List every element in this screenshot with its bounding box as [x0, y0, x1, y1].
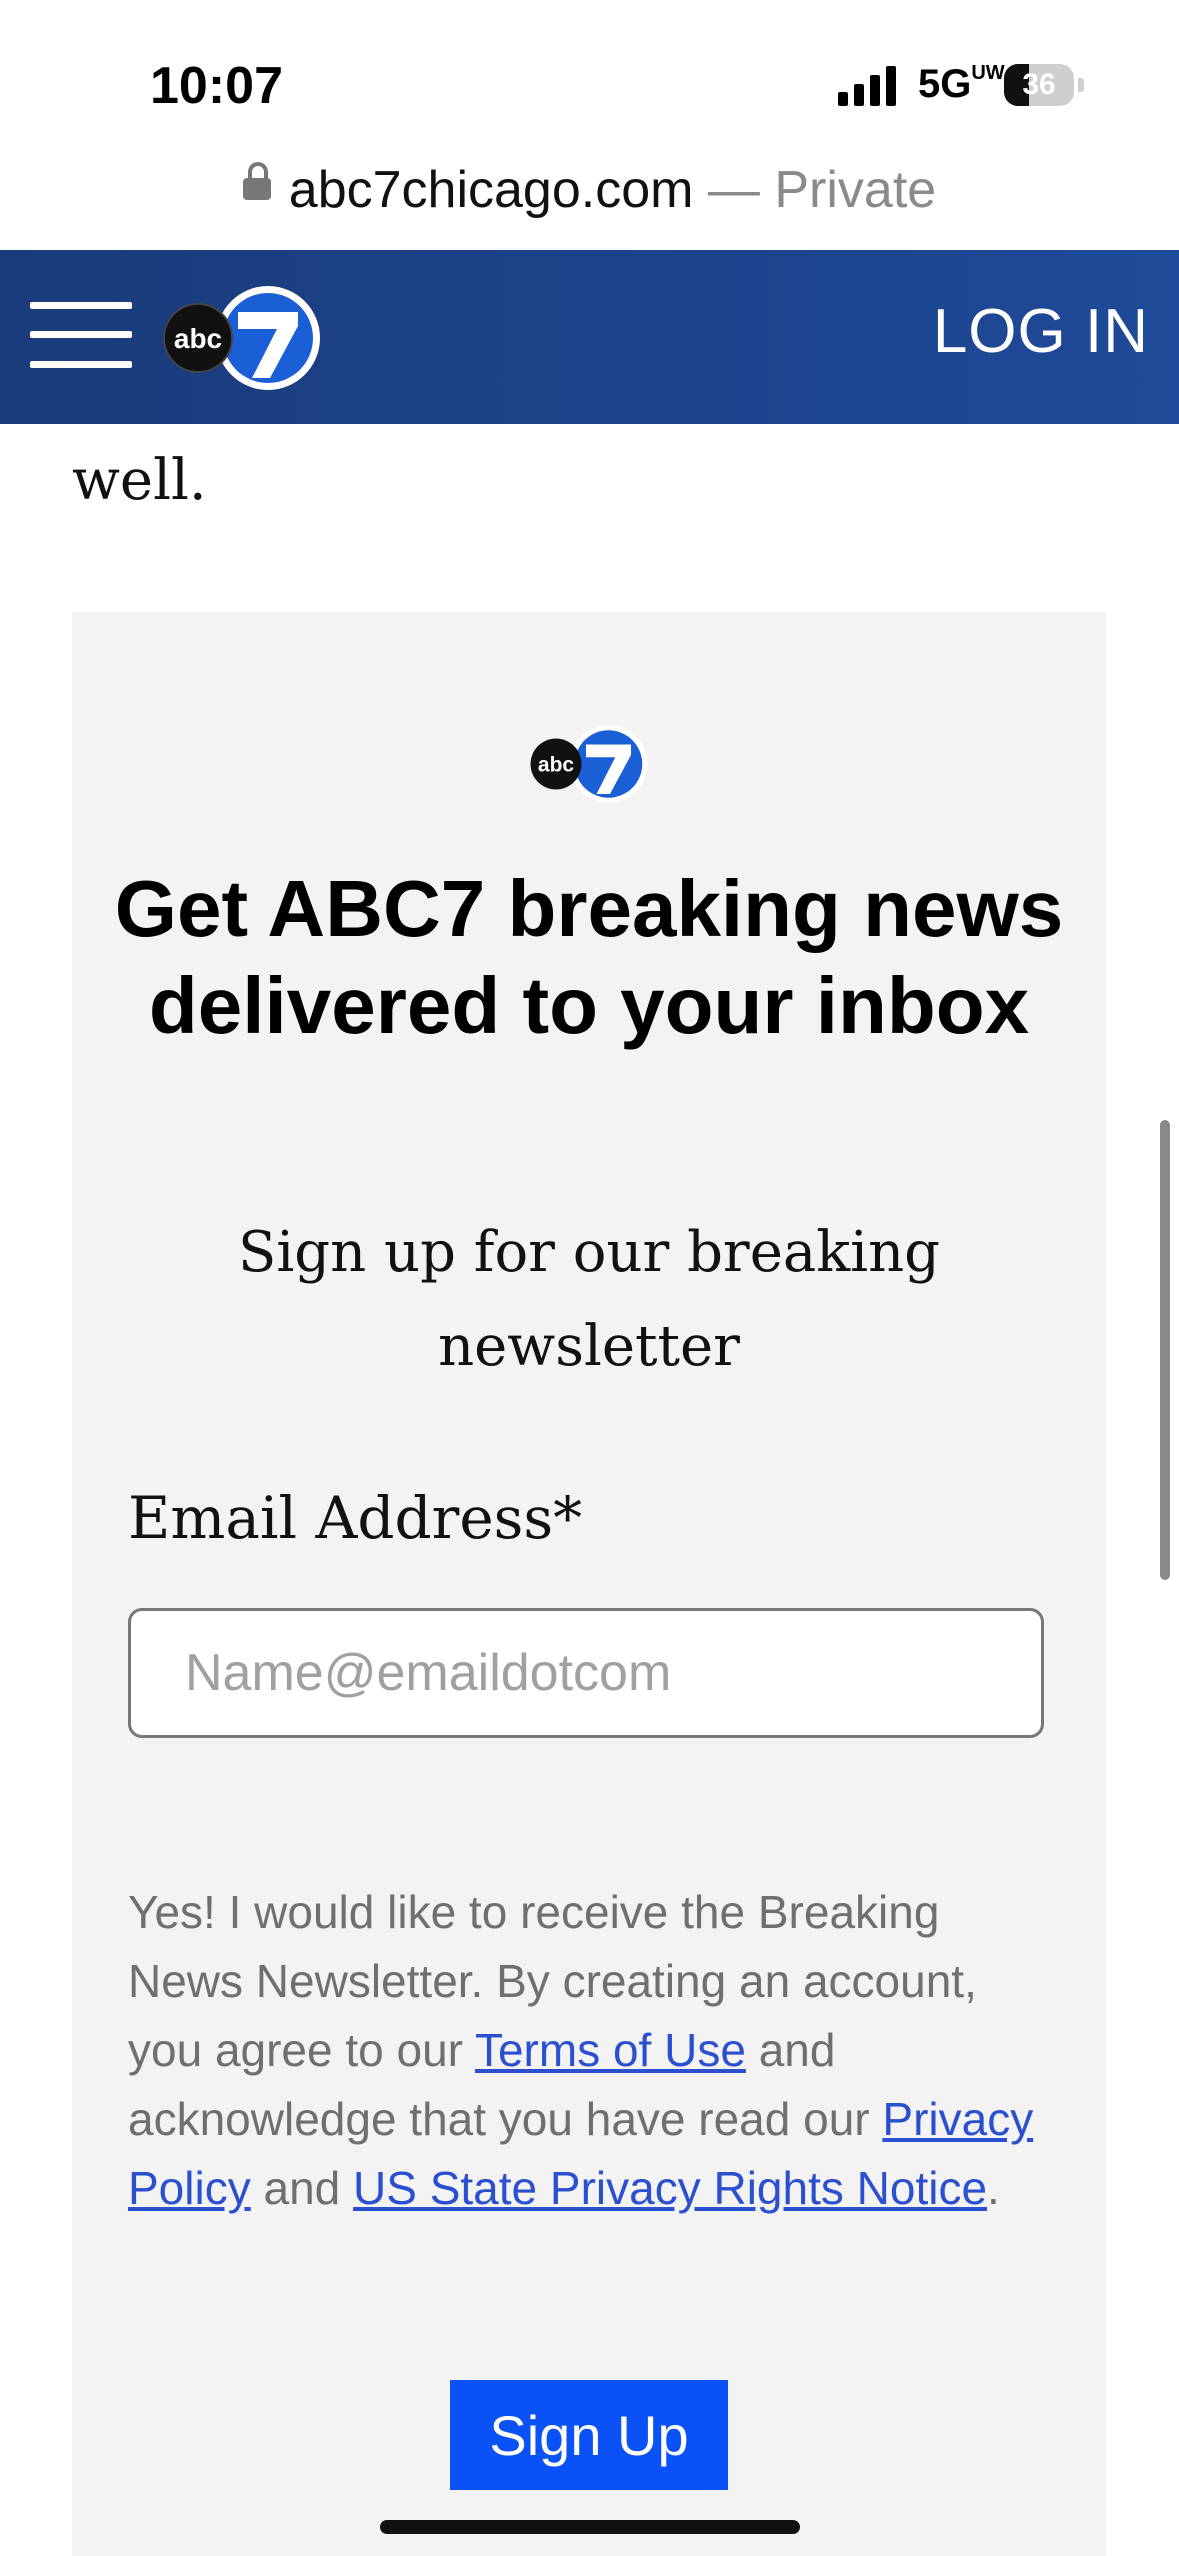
consent-text-part: and — [250, 2162, 354, 2214]
battery-nub — [1078, 78, 1084, 92]
url-domain: abc7chicago.com — [288, 161, 694, 219]
sign-up-button[interactable]: Sign Up — [450, 2380, 728, 2490]
hamburger-menu-icon[interactable] — [30, 302, 132, 368]
article-text: well. — [72, 448, 207, 513]
cellular-signal-icon — [838, 66, 896, 106]
page-scrollbar[interactable] — [1160, 1120, 1170, 1580]
newsletter-subtitle: Sign up for our breaking newsletter — [238, 1220, 940, 1379]
newsletter-signup-box: abc Get ABC7 breaking news delivered to … — [72, 612, 1106, 2556]
battery-level: 36 — [1022, 68, 1056, 101]
newsletter-abc7-logo: abc — [530, 725, 648, 803]
email-label: Email Address* — [128, 1484, 583, 1552]
lock-icon — [242, 162, 271, 201]
newsletter-title: Get ABC7 breaking news delivered to your… — [114, 864, 1064, 1050]
email-input[interactable] — [128, 1608, 1044, 1738]
battery-icon: 36 — [1004, 64, 1074, 106]
login-button[interactable]: LOG IN — [933, 296, 1149, 367]
status-bar: 10:07 5GUW 36 — [0, 0, 1179, 150]
status-time: 10:07 — [150, 57, 283, 115]
consent-text: Yes! I would like to receive the Breakin… — [128, 1878, 1058, 2223]
consent-text-part: . — [987, 2162, 1000, 2214]
terms-of-use-link[interactable]: Terms of Use — [475, 2024, 746, 2076]
abc7-logo[interactable]: abc — [162, 282, 322, 394]
logo-text: abc — [174, 323, 222, 354]
newsletter-logo-text: abc — [538, 754, 575, 777]
network-type: 5GUW — [918, 62, 1005, 106]
url-bar[interactable]: abc7chicago.com — Private — [0, 160, 1179, 230]
home-indicator[interactable] — [380, 2520, 800, 2534]
us-state-privacy-link[interactable]: US State Privacy Rights Notice — [353, 2162, 987, 2214]
url-private-label: — Private — [693, 161, 937, 219]
